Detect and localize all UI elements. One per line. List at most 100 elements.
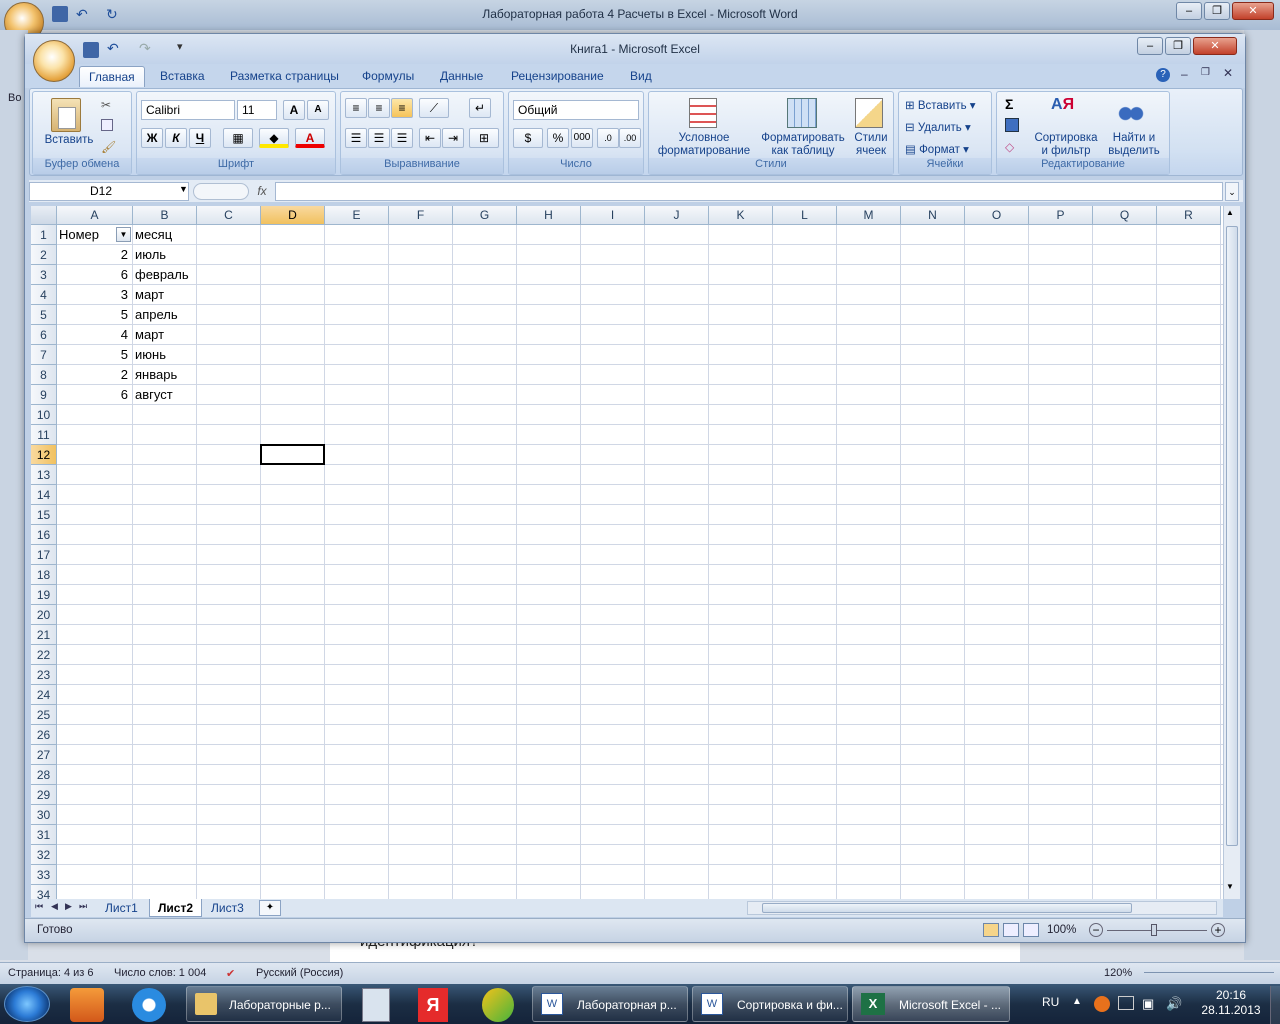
word-language[interactable]: Русский (Россия) bbox=[256, 967, 343, 979]
word-right-scrollbar[interactable] bbox=[1244, 30, 1280, 960]
copy-icon[interactable] bbox=[101, 119, 113, 131]
row-header-28[interactable]: 28 bbox=[31, 765, 57, 785]
bold-button[interactable]: Ж bbox=[141, 128, 163, 148]
scroll-down-icon[interactable]: ▼ bbox=[1226, 882, 1234, 891]
font-color-icon[interactable]: A bbox=[295, 128, 325, 148]
cell-A6[interactable]: 4 bbox=[59, 325, 131, 345]
tab-review[interactable]: Рецензирование bbox=[511, 69, 604, 83]
shrink-font-button[interactable]: A bbox=[307, 100, 329, 120]
word-zoom-level[interactable]: 120% bbox=[1104, 967, 1132, 979]
insert-function-button[interactable]: fx bbox=[251, 182, 273, 201]
row-header-6[interactable]: 6 bbox=[31, 325, 57, 345]
row-header-20[interactable]: 20 bbox=[31, 605, 57, 625]
zoom-in-icon[interactable]: + bbox=[1211, 923, 1225, 937]
row-header-24[interactable]: 24 bbox=[31, 685, 57, 705]
cell-B8[interactable]: январь bbox=[135, 365, 195, 385]
column-header-I[interactable]: I bbox=[581, 206, 645, 225]
cell-styles-button[interactable]: Стили ячеек bbox=[849, 132, 893, 158]
language-indicator[interactable]: RU bbox=[1042, 995, 1059, 1009]
cell-B2[interactable]: июль bbox=[135, 245, 195, 265]
media-player-icon[interactable] bbox=[70, 988, 104, 1022]
vertical-scroll-thumb[interactable] bbox=[1226, 226, 1238, 846]
name-box-dropdown-icon[interactable]: ▼ bbox=[179, 184, 188, 194]
row-header-11[interactable]: 11 bbox=[31, 425, 57, 445]
column-header-D[interactable]: D bbox=[261, 206, 325, 225]
row-header-3[interactable]: 3 bbox=[31, 265, 57, 285]
row-header-25[interactable]: 25 bbox=[31, 705, 57, 725]
delete-cells-button[interactable]: ⊟ Удалить ▾ bbox=[905, 120, 971, 134]
column-header-L[interactable]: L bbox=[773, 206, 837, 225]
merge-center-icon[interactable]: ⊞ bbox=[469, 128, 499, 148]
filter-dropdown-icon[interactable]: ▼ bbox=[116, 227, 131, 242]
column-header-J[interactable]: J bbox=[645, 206, 709, 225]
active-cell-cursor[interactable] bbox=[260, 444, 325, 465]
row-header-9[interactable]: 9 bbox=[31, 385, 57, 405]
expand-formula-bar-icon[interactable]: ⌄ bbox=[1225, 182, 1239, 201]
align-bottom-icon[interactable]: ≡ bbox=[391, 98, 413, 118]
insert-sheet-icon[interactable]: ✦ bbox=[259, 900, 281, 916]
select-all-corner[interactable] bbox=[31, 206, 57, 225]
row-header-31[interactable]: 31 bbox=[31, 825, 57, 845]
row-header-23[interactable]: 23 bbox=[31, 665, 57, 685]
sheet-tab-2[interactable]: Лист2 bbox=[149, 899, 203, 917]
sort-filter-icon[interactable]: AЯ bbox=[1051, 96, 1074, 114]
row-header-8[interactable]: 8 bbox=[31, 365, 57, 385]
horizontal-scroll-thumb[interactable] bbox=[762, 903, 1132, 913]
sheet-nav-first-icon[interactable]: ⏮ bbox=[35, 901, 43, 912]
network-icon[interactable]: ▣ bbox=[1142, 996, 1154, 1012]
yandex-icon[interactable]: Я bbox=[418, 988, 448, 1022]
name-box[interactable]: D12 bbox=[29, 182, 189, 201]
decrease-indent-icon[interactable]: ⇤ bbox=[419, 128, 441, 148]
row-header-5[interactable]: 5 bbox=[31, 305, 57, 325]
row-header-22[interactable]: 22 bbox=[31, 645, 57, 665]
scroll-up-icon[interactable]: ▲ bbox=[1226, 208, 1234, 217]
row-header-2[interactable]: 2 bbox=[31, 245, 57, 265]
zoom-slider-thumb[interactable] bbox=[1151, 924, 1157, 936]
decrease-decimal-icon[interactable]: .00 bbox=[619, 128, 641, 148]
paste-button[interactable]: Вставить bbox=[41, 134, 97, 147]
paste-icon[interactable] bbox=[51, 98, 81, 132]
excel-undo-icon[interactable]: ↶ bbox=[107, 40, 123, 56]
taskbar-item-folder[interactable]: Лабораторные р... bbox=[186, 986, 342, 1022]
column-header-E[interactable]: E bbox=[325, 206, 389, 225]
wrap-text-icon[interactable]: ↵ bbox=[469, 98, 491, 118]
align-right-icon[interactable]: ☰ bbox=[391, 128, 413, 148]
normal-view-icon[interactable] bbox=[983, 923, 999, 937]
cell-A9[interactable]: 6 bbox=[59, 385, 131, 405]
sort-filter-button[interactable]: Сортировка и фильтр bbox=[1031, 132, 1101, 158]
grow-font-button[interactable]: A bbox=[283, 100, 305, 120]
column-header-Q[interactable]: Q bbox=[1093, 206, 1157, 225]
currency-icon[interactable]: $ bbox=[513, 128, 543, 148]
column-header-G[interactable]: G bbox=[453, 206, 517, 225]
align-center-icon[interactable]: ☰ bbox=[368, 128, 390, 148]
orientation-icon[interactable]: ⟋ bbox=[419, 98, 449, 118]
taskbar-item-excel[interactable]: X Microsoft Excel - ... bbox=[852, 986, 1010, 1022]
start-button[interactable] bbox=[4, 986, 50, 1022]
column-header-C[interactable]: C bbox=[197, 206, 261, 225]
row-header-14[interactable]: 14 bbox=[31, 485, 57, 505]
cell-B6[interactable]: март bbox=[135, 325, 195, 345]
zoom-out-icon[interactable]: − bbox=[1089, 923, 1103, 937]
tab-view[interactable]: Вид bbox=[630, 69, 652, 83]
row-header-12[interactable]: 12 bbox=[31, 445, 57, 465]
cell-B7[interactable]: июнь bbox=[135, 345, 195, 365]
row-header-30[interactable]: 30 bbox=[31, 805, 57, 825]
excel-close-button[interactable]: ✕ bbox=[1193, 37, 1237, 55]
tab-page-layout[interactable]: Разметка страницы bbox=[230, 69, 339, 83]
tab-insert[interactable]: Вставка bbox=[160, 69, 205, 83]
spellcheck-icon[interactable]: ✔ bbox=[226, 967, 235, 980]
row-header-7[interactable]: 7 bbox=[31, 345, 57, 365]
cell-B4[interactable]: март bbox=[135, 285, 195, 305]
word-save-icon[interactable] bbox=[52, 6, 68, 22]
sheet-nav-next-icon[interactable]: ▶ bbox=[65, 901, 72, 912]
row-header-27[interactable]: 27 bbox=[31, 745, 57, 765]
fill-icon[interactable] bbox=[1005, 118, 1019, 132]
volume-icon[interactable]: 🔊 bbox=[1166, 996, 1182, 1012]
font-name-combo[interactable]: Calibri bbox=[141, 100, 235, 120]
font-size-combo[interactable]: 11 bbox=[237, 100, 277, 120]
fill-color-icon[interactable]: ◆ bbox=[259, 128, 289, 148]
percent-button[interactable]: % bbox=[547, 128, 569, 148]
column-header-H[interactable]: H bbox=[517, 206, 581, 225]
horizontal-scrollbar[interactable] bbox=[747, 901, 1217, 915]
autosum-icon[interactable]: Σ bbox=[1005, 96, 1013, 112]
